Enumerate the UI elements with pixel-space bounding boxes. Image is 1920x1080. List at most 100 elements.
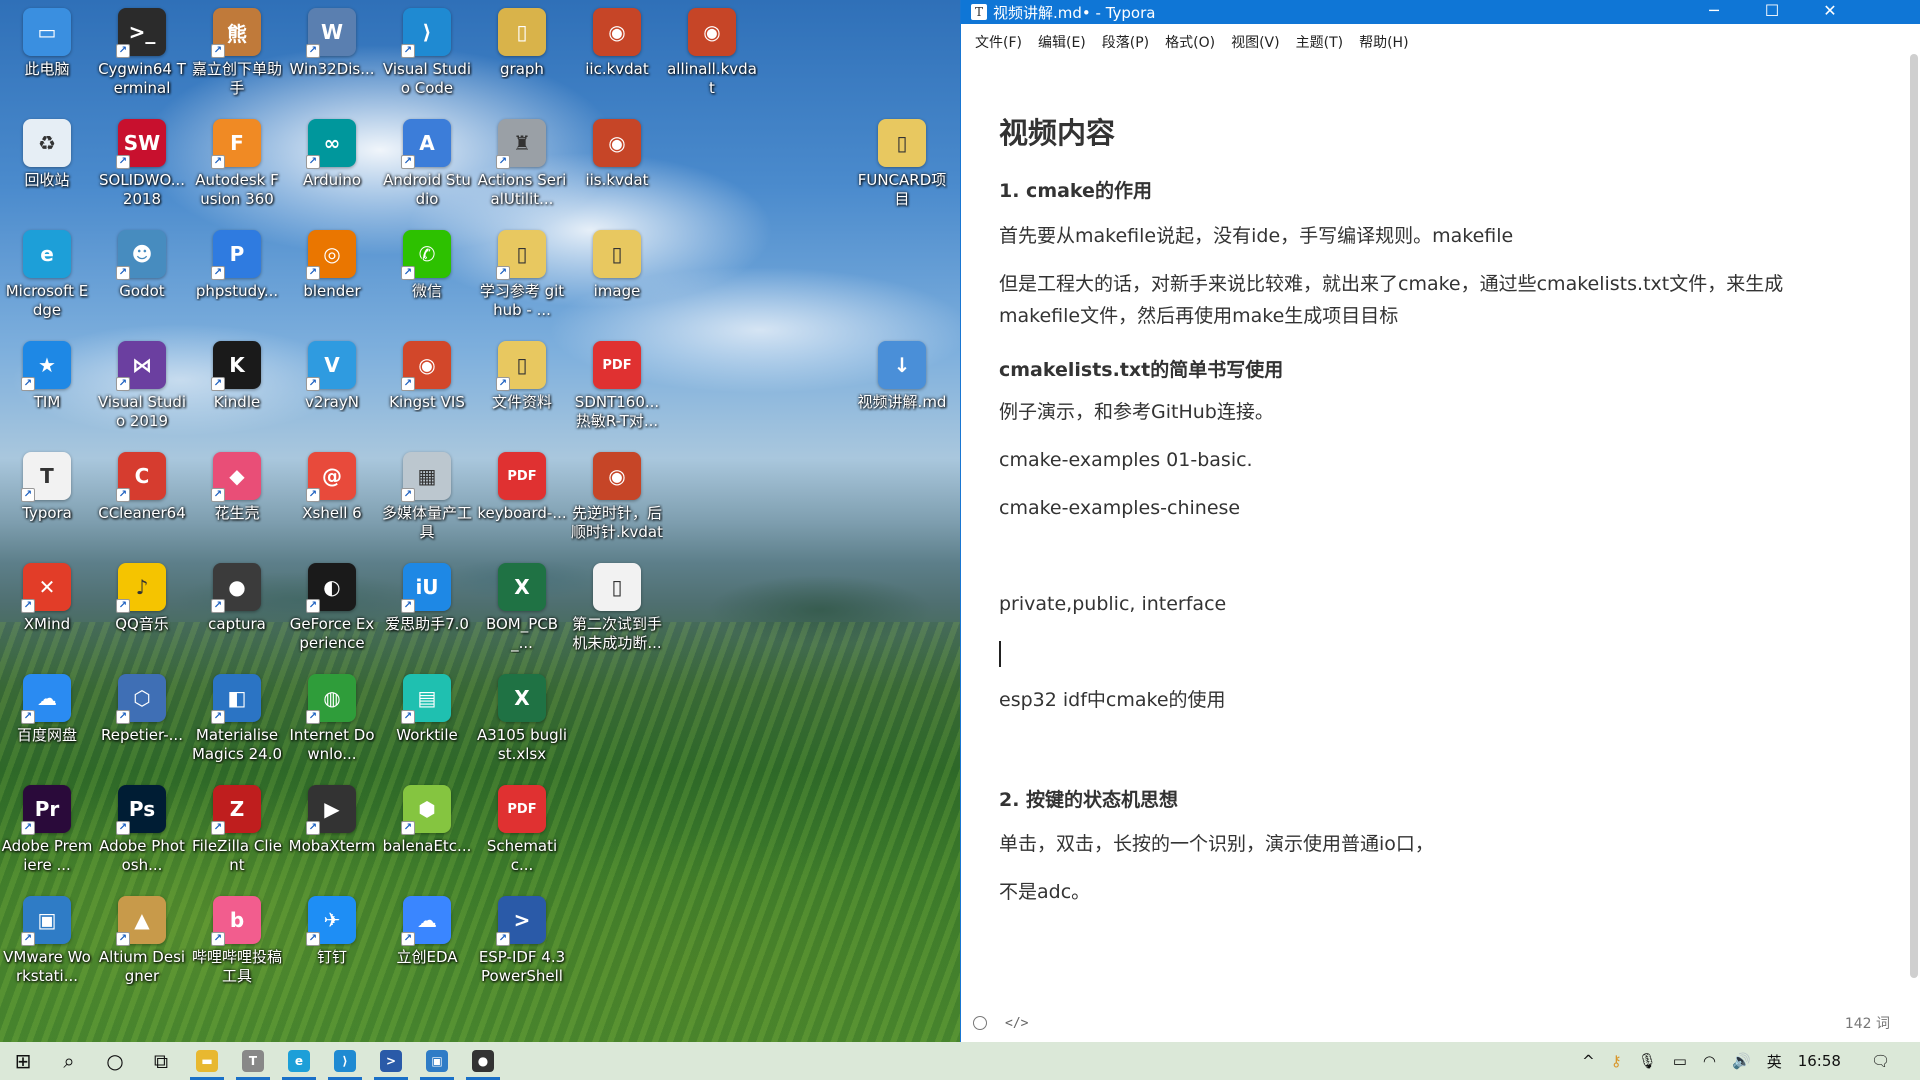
- outline-toggle-icon[interactable]: [973, 1016, 987, 1030]
- desktop-icon[interactable]: ♜ ↗ Actions SerialUtilit...: [475, 113, 569, 221]
- desktop-icon[interactable]: ⬢ ↗ balenaEtc...: [380, 779, 474, 887]
- desktop-icon[interactable]: ▣ ↗ VMware Workstati...: [0, 890, 94, 998]
- notification-icon[interactable]: 🗨: [1871, 1052, 1890, 1070]
- desktop-icon[interactable]: P ↗ phpstudy...: [190, 224, 284, 332]
- tray-chevron-icon[interactable]: ^: [1582, 1052, 1595, 1070]
- tray-mic-icon[interactable]: 🎙: [1638, 1052, 1657, 1070]
- word-count[interactable]: 142 词: [1845, 1013, 1890, 1033]
- desktop-icon[interactable]: ◐ ↗ GeForce Experience: [285, 557, 379, 665]
- desktop-icon[interactable]: SW ↗ SOLIDWO... 2018: [95, 113, 189, 221]
- tray-wifi-icon[interactable]: ◠: [1703, 1052, 1716, 1070]
- section-heading-fsm[interactable]: 2. 按键的状态机思想: [999, 785, 1860, 812]
- desktop-icon[interactable]: ▲ ↗ Altium Designer: [95, 890, 189, 998]
- paragraph-esp32[interactable]: esp32 idf中cmake的使用: [999, 684, 1860, 716]
- desktop-icon[interactable]: F ↗ Autodesk Fusion 360: [190, 113, 284, 221]
- desktop-icon[interactable]: ♻ 回收站: [0, 113, 94, 221]
- taskbar-obs[interactable]: ●: [460, 1042, 506, 1080]
- desktop-icon[interactable]: iU ↗ 爱思助手7.0: [380, 557, 474, 665]
- desktop-icon[interactable]: ◉ 先逆时针，后顺时针.kvdat: [570, 446, 664, 554]
- desktop-icon[interactable]: ◉ ↗ Kingst VIS: [380, 335, 474, 443]
- desktop-icon[interactable]: ⟩ ↗ Visual Studio Code: [380, 2, 474, 110]
- desktop-icon[interactable]: ▯ 第二次试到手机未成功断...: [570, 557, 664, 665]
- desktop-icon[interactable]: ◍ ↗ Internet Downlo...: [285, 668, 379, 776]
- taskbar-typora[interactable]: T: [230, 1042, 276, 1080]
- desktop-icon[interactable]: ⬡ ↗ Repetier-...: [95, 668, 189, 776]
- menu-edit[interactable]: 编辑(E): [1030, 32, 1094, 52]
- tray-ime-indicator[interactable]: 英: [1767, 1051, 1782, 1072]
- desktop-icon[interactable]: @ ↗ Xshell 6: [285, 446, 379, 554]
- desktop-icon[interactable]: 熊 ↗ 嘉立创下单助手: [190, 2, 284, 110]
- desktop-icon[interactable]: > ↗ ESP-IDF 4.3 PowerShell: [475, 890, 569, 998]
- doc-heading[interactable]: 视频内容: [999, 110, 1860, 152]
- desktop-icon[interactable]: PDF keyboard-...: [475, 446, 569, 554]
- tray-key-icon[interactable]: ⚷: [1611, 1052, 1622, 1070]
- desktop-icon[interactable]: ▭ 此电脑: [0, 2, 94, 110]
- desktop-icon[interactable]: ★ ↗ TIM: [0, 335, 94, 443]
- menu-paragraph[interactable]: 段落(P): [1094, 32, 1157, 52]
- desktop-icon[interactable]: V ↗ v2rayN: [285, 335, 379, 443]
- desktop-icon[interactable]: ☻ ↗ Godot: [95, 224, 189, 332]
- desktop-icon[interactable]: ▯ image: [570, 224, 664, 332]
- tray-clock[interactable]: 16:58: [1798, 1052, 1841, 1070]
- desktop-icon[interactable]: ▤ ↗ Worktile: [380, 668, 474, 776]
- task-view-button[interactable]: ⧉: [138, 1042, 184, 1080]
- desktop-icon[interactable]: ▯ graph: [475, 2, 569, 110]
- paragraph-makefile[interactable]: 首先要从makefile说起，没有ide，手写编译规则。makefile: [999, 220, 1860, 252]
- start-button[interactable]: ⊞: [0, 1042, 46, 1080]
- desktop-icon[interactable]: ▦ ↗ 多媒体量产工具: [380, 446, 474, 554]
- close-button[interactable]: ✕: [1801, 0, 1859, 24]
- desktop-icon[interactable]: ☁ ↗ 百度网盘: [0, 668, 94, 776]
- desktop-icon[interactable]: ♪ ↗ QQ音乐: [95, 557, 189, 665]
- desktop-icon[interactable]: b ↗ 哔哩哔哩投稿工具: [190, 890, 284, 998]
- desktop-icon[interactable]: T ↗ Typora: [0, 446, 94, 554]
- tray-battery-icon[interactable]: ▭: [1673, 1052, 1687, 1070]
- desktop-icon[interactable]: ◉ iic.kvdat: [570, 2, 664, 110]
- taskbar-vscode[interactable]: ⟩: [322, 1042, 368, 1080]
- desktop-icon[interactable]: ✆ ↗ 微信: [380, 224, 474, 332]
- desktop-icon[interactable]: ✕ ↗ XMind: [0, 557, 94, 665]
- desktop-icon[interactable]: C ↗ CCleaner64: [95, 446, 189, 554]
- desktop-icon[interactable]: ∞ ↗ Arduino: [285, 113, 379, 221]
- paragraph-cmake-intro[interactable]: 但是工程大的话，对新手来说比较难，就出来了cmake，通过些cmakelists…: [999, 268, 1860, 332]
- source-mode-button[interactable]: </>: [1005, 1016, 1028, 1031]
- maximize-button[interactable]: ☐: [1743, 0, 1801, 24]
- paragraph-visibility[interactable]: private,public, interface: [999, 588, 1860, 620]
- paragraph-cmake-examples-chinese[interactable]: cmake-examples-chinese: [999, 492, 1860, 524]
- section-heading-cmake[interactable]: 1. cmake的作用: [999, 176, 1860, 203]
- desktop-icon[interactable]: ◉ iis.kvdat: [570, 113, 664, 221]
- paragraph-cmake-examples-basic[interactable]: cmake-examples 01-basic.: [999, 444, 1860, 476]
- menu-format[interactable]: 格式(O): [1157, 32, 1223, 52]
- desktop-icon[interactable]: ◧ ↗ Materialise Magics 24.0: [190, 668, 284, 776]
- paragraph-not-adc[interactable]: 不是adc。: [999, 876, 1860, 908]
- desktop-icon[interactable]: K ↗ Kindle: [190, 335, 284, 443]
- paragraph-key-detect[interactable]: 单击，双击，长按的一个识别，演示使用普通io口，: [999, 828, 1860, 860]
- desktop-icon[interactable]: Ps ↗ Adobe Photosh...: [95, 779, 189, 887]
- tray-volume-icon[interactable]: 🔊: [1732, 1052, 1751, 1070]
- title-bar[interactable]: T 视频讲解.md• - Typora ─ ☐ ✕: [961, 0, 1920, 24]
- desktop-icon[interactable]: >_ ↗ Cygwin64 Terminal: [95, 2, 189, 110]
- menu-themes[interactable]: 主题(T): [1288, 32, 1351, 52]
- menu-help[interactable]: 帮助(H): [1351, 32, 1416, 52]
- desktop-icon[interactable]: Pr ↗ Adobe Premiere ...: [0, 779, 94, 887]
- minimize-button[interactable]: ─: [1685, 0, 1743, 24]
- desktop-icon[interactable]: ● ↗ captura: [190, 557, 284, 665]
- desktop-icon[interactable]: ▯ ↗ 文件资料: [475, 335, 569, 443]
- desktop-icon[interactable]: A ↗ Android Studio: [380, 113, 474, 221]
- paragraph-examples[interactable]: 例子演示，和参考GitHub连接。: [999, 396, 1860, 428]
- desktop-icon[interactable]: ⋈ ↗ Visual Studio 2019: [95, 335, 189, 443]
- desktop-icon[interactable]: X A3105 buglist.xlsx: [475, 668, 569, 776]
- desktop-icon[interactable]: ◆ ↗ 花生壳: [190, 446, 284, 554]
- desktop-icon[interactable]: PDF Schematic...: [475, 779, 569, 887]
- desktop-icon[interactable]: W ↗ Win32Dis...: [285, 2, 379, 110]
- desktop-icon[interactable]: ✈ ↗ 钉钉: [285, 890, 379, 998]
- menu-view[interactable]: 视图(V): [1223, 32, 1288, 52]
- desktop-icon[interactable]: X BOM_PCB_...: [475, 557, 569, 665]
- desktop-icon[interactable]: ◉ allinall.kvdat: [665, 2, 759, 110]
- desktop-icon[interactable]: e Microsoft Edge: [0, 224, 94, 332]
- search-button[interactable]: ⌕: [46, 1042, 92, 1080]
- taskbar-edge[interactable]: e: [276, 1042, 322, 1080]
- taskbar-esp-idf[interactable]: >: [368, 1042, 414, 1080]
- desktop-icon[interactable]: ☁ ↗ 立创EDA: [380, 890, 474, 998]
- desktop-icon[interactable]: ▶ ↗ MobaXterm: [285, 779, 379, 887]
- desktop-icon[interactable]: ▯ FUNCARD项目: [855, 113, 949, 221]
